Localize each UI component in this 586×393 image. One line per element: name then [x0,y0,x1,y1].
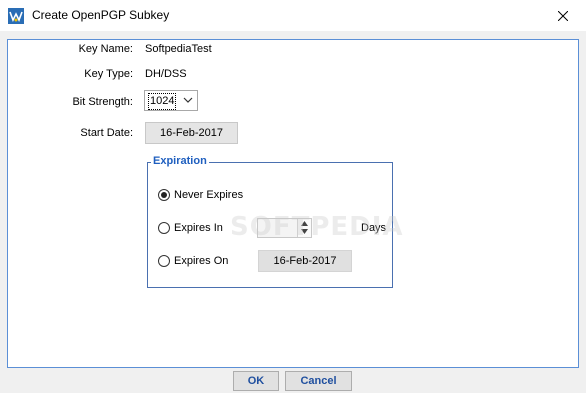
ok-button[interactable]: OK [233,371,279,391]
spin-down-icon[interactable] [301,229,308,234]
expires-in-option[interactable]: Expires In [158,220,223,236]
expires-in-label: Expires In [174,222,223,234]
spinner-buttons[interactable] [297,219,311,237]
expires-on-radio[interactable] [158,255,170,267]
key-name-value: SoftpediaTest [145,43,212,55]
never-expires-label: Never Expires [174,189,244,201]
expires-in-radio[interactable] [158,222,170,234]
close-button[interactable] [540,0,586,31]
never-expires-option[interactable]: Never Expires [158,187,243,203]
days-label: Days [361,222,387,234]
key-name-label: Key Name: [78,43,133,55]
window-title: Create OpenPGP Subkey [32,8,170,22]
chevron-down-icon [183,95,193,108]
key-type-label: Key Type: [84,68,133,80]
expires-on-date-button[interactable]: 16-Feb-2017 [258,250,352,272]
title-bar: Create OpenPGP Subkey [0,0,586,31]
start-date-label: Start Date: [80,127,133,139]
expiration-legend: Expiration [151,155,209,167]
expires-in-spinner[interactable] [257,218,312,238]
start-date-button[interactable]: 16-Feb-2017 [145,122,238,144]
close-icon [558,10,568,21]
expires-on-option[interactable]: Expires On [158,253,228,269]
key-type-value: DH/DSS [145,68,187,80]
bit-strength-label: Bit Strength: [72,96,133,108]
bit-strength-value: 1024 [148,93,177,110]
expires-on-label: Expires On [174,255,229,267]
spin-up-icon[interactable] [301,221,308,226]
cancel-button[interactable]: Cancel [285,371,352,391]
bit-strength-select[interactable]: 1024 [144,90,198,111]
never-expires-radio[interactable] [158,189,170,201]
app-icon [8,8,24,24]
